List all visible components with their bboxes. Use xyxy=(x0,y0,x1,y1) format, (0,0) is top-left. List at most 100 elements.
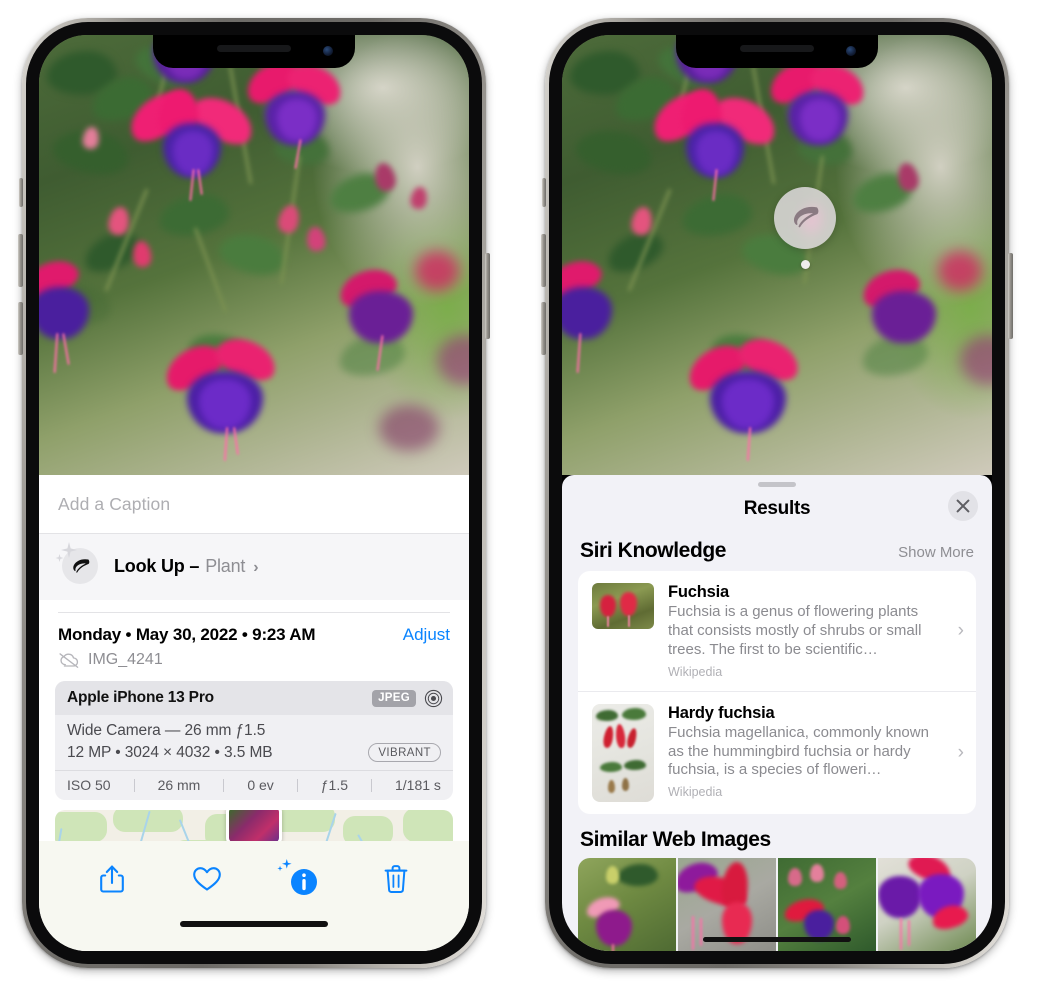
volume-down-button[interactable] xyxy=(541,302,546,355)
look-up-label-group: Look Up – Plant › xyxy=(114,555,259,577)
favorite-button[interactable] xyxy=(185,859,229,899)
photo-viewer[interactable] xyxy=(39,35,469,475)
exif-shutter-speed: 1/181 s xyxy=(394,777,441,793)
front-camera xyxy=(846,46,856,56)
section-title: Siri Knowledge xyxy=(580,539,727,562)
volume-up-button[interactable] xyxy=(541,234,546,287)
photo-viewer[interactable] xyxy=(562,35,992,475)
results-header: Results xyxy=(562,487,992,531)
result-thumbnail xyxy=(592,703,654,802)
earpiece-speaker xyxy=(740,45,814,52)
show-more-button[interactable]: Show More xyxy=(898,544,974,561)
volume-up-button[interactable] xyxy=(18,234,23,287)
siri-knowledge-card: Fuchsia Fuchsia is a genus of flowering … xyxy=(578,571,976,814)
look-up-label: Look Up – xyxy=(114,555,200,576)
home-indicator-area xyxy=(39,917,469,951)
leaf-icon xyxy=(72,558,89,573)
web-image-thumbnail[interactable] xyxy=(878,857,976,951)
volume-down-button[interactable] xyxy=(18,302,23,355)
home-indicator[interactable] xyxy=(703,936,851,942)
photo-datetime: Monday • May 30, 2022 • 9:23 AM xyxy=(58,625,316,644)
camera-info-card: Apple iPhone 13 Pro JPEG Wide Camera — 2… xyxy=(55,681,453,800)
leaf-icon xyxy=(793,206,819,228)
spec-row: 12 MP • 3024 × 4032 • 3.5 MB VIBRANT xyxy=(67,743,441,762)
lens-info: Wide Camera — 26 mm ƒ1.5 xyxy=(67,722,266,739)
share-button[interactable] xyxy=(90,859,134,899)
photographic-style-pill: VIBRANT xyxy=(368,743,441,762)
look-up-subject: Plant xyxy=(205,555,246,576)
result-title: Fuchsia xyxy=(668,583,729,601)
adjust-button[interactable]: Adjust xyxy=(403,625,450,645)
results-title: Results xyxy=(743,498,811,519)
info-button[interactable] xyxy=(277,859,323,899)
location-map-thumbnail[interactable] xyxy=(55,810,453,841)
knowledge-row[interactable]: Fuchsia Fuchsia is a genus of flowering … xyxy=(578,571,976,691)
camera-model: Apple iPhone 13 Pro xyxy=(67,689,214,706)
divider xyxy=(223,778,225,792)
result-title: Hardy fuchsia xyxy=(668,703,775,722)
result-text: Hardy fuchsia Fuchsia magellanica, commo… xyxy=(668,704,964,800)
photo-toolbar xyxy=(39,841,469,917)
aperture-icon xyxy=(424,689,443,707)
exif-iso: ISO 50 xyxy=(67,777,111,793)
image-specs: 12 MP • 3024 × 4032 • 3.5 MB xyxy=(67,743,273,761)
siri-knowledge-header: Siri Knowledge Show More xyxy=(562,531,992,571)
web-image-thumbnail[interactable] xyxy=(578,857,676,951)
cloud-slash-icon xyxy=(59,652,79,668)
exif-exposure-bias: 0 ev xyxy=(247,777,274,793)
close-button[interactable] xyxy=(948,491,978,521)
photo-info-sheet: Add a Caption Look Up – Plant › Monday •… xyxy=(39,475,469,951)
divider xyxy=(296,778,298,792)
caption-placeholder: Add a Caption xyxy=(58,493,171,514)
divider xyxy=(58,612,450,613)
format-badge: JPEG xyxy=(372,689,416,707)
exif-aperture: ƒ1.5 xyxy=(320,777,349,793)
datetime-row: Monday • May 30, 2022 • 9:23 AM Adjust xyxy=(58,625,450,645)
screen-right: Results Siri Knowledge Show More Fuchsia… xyxy=(562,35,992,951)
home-indicator[interactable] xyxy=(180,921,328,927)
exif-focal-length: 26 mm xyxy=(157,777,201,793)
camera-body: Wide Camera — 26 mm ƒ1.5 12 MP • 3024 × … xyxy=(55,715,453,770)
power-button[interactable] xyxy=(1008,253,1013,339)
leaf-icon-circle xyxy=(62,548,98,584)
phone-right: Results Siri Knowledge Show More Fuchsia… xyxy=(541,18,1013,968)
look-up-row[interactable]: Look Up – Plant › xyxy=(55,542,450,584)
chevron-right-icon: › xyxy=(957,619,964,641)
sparkle-icon xyxy=(277,859,292,872)
photo-filename: IMG_4241 xyxy=(88,651,163,668)
result-description: Fuchsia is a genus of flowering plants t… xyxy=(668,603,922,658)
heart-icon xyxy=(192,867,221,891)
result-source: Wikipedia xyxy=(668,785,723,800)
mute-switch[interactable] xyxy=(19,178,23,207)
chevron-right-icon: › xyxy=(253,558,259,576)
screenshot-stage: Add a Caption Look Up – Plant › Monday •… xyxy=(0,0,1055,985)
metadata-block: Monday • May 30, 2022 • 9:23 AM Adjust I… xyxy=(39,600,469,669)
results-sheet: Results Siri Knowledge Show More Fuchsia… xyxy=(562,475,992,951)
mute-switch[interactable] xyxy=(542,178,546,207)
map-photo-pin xyxy=(226,810,282,841)
notch xyxy=(153,35,355,68)
result-description: Fuchsia magellanica, commonly known as t… xyxy=(668,723,929,779)
knowledge-row[interactable]: Hardy fuchsia Fuchsia magellanica, commo… xyxy=(578,690,976,814)
front-camera xyxy=(323,46,333,56)
look-up-section: Look Up – Plant › xyxy=(39,534,469,600)
caption-field[interactable]: Add a Caption xyxy=(39,475,469,534)
visual-look-up-pin[interactable] xyxy=(774,187,836,249)
divider xyxy=(371,778,372,792)
delete-button[interactable] xyxy=(374,859,418,899)
visual-look-up-pin-dot xyxy=(801,260,810,269)
camera-header-right: JPEG xyxy=(372,689,443,708)
power-button[interactable] xyxy=(485,253,490,339)
earpiece-speaker xyxy=(217,45,291,52)
camera-header: Apple iPhone 13 Pro JPEG xyxy=(55,681,453,715)
notch xyxy=(676,35,878,68)
exif-row: ISO 50 26 mm 0 ev ƒ1.5 1/181 s xyxy=(55,770,453,800)
close-icon xyxy=(956,499,970,513)
phone-left: Add a Caption Look Up – Plant › Monday •… xyxy=(18,18,490,968)
info-circle-filled-icon xyxy=(291,869,318,895)
filename-row: IMG_4241 xyxy=(58,651,450,669)
result-source: Wikipedia xyxy=(668,664,723,679)
divider xyxy=(133,778,135,792)
trash-icon xyxy=(384,865,408,894)
chevron-right-icon: › xyxy=(957,741,964,763)
